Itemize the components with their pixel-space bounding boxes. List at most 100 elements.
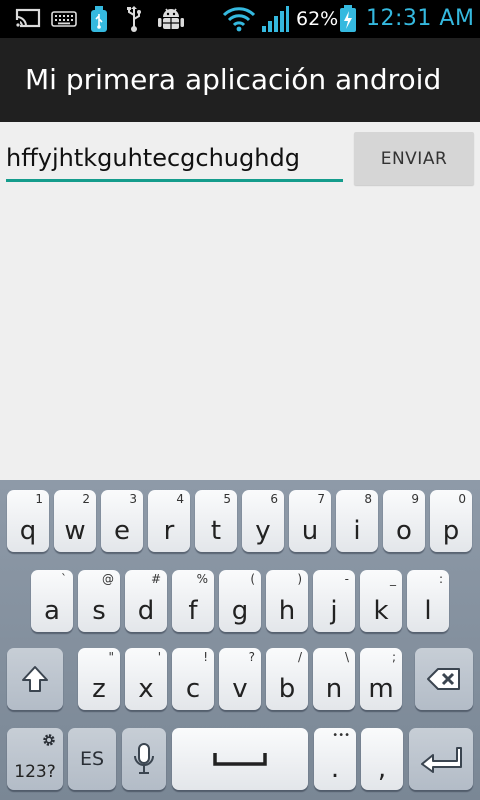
key-v-sub: ? <box>248 650 255 664</box>
key-b[interactable]: / b <box>266 648 308 710</box>
usb-icon <box>124 4 144 34</box>
language-key[interactable]: ES <box>68 728 116 790</box>
key-y[interactable]: 6y <box>242 490 284 552</box>
key-h-label: h <box>278 596 296 626</box>
key-m-label: m <box>368 674 394 704</box>
key-f-label: f <box>188 596 198 626</box>
key-l-sub: : <box>438 572 443 586</box>
key-o[interactable]: 9o <box>383 490 425 552</box>
signal-icon <box>260 4 290 34</box>
battery-percentage: 62% <box>296 8 339 30</box>
key-a-label: a <box>44 596 60 626</box>
battery-charging-icon <box>338 4 358 34</box>
key-z-label: z <box>92 674 106 704</box>
key-a[interactable]: ` a <box>31 570 73 632</box>
message-input[interactable]: hffyjhtkguhtecgchughdg <box>6 138 343 182</box>
key-z-sub: " <box>108 650 114 664</box>
key-x-label: x <box>138 674 154 704</box>
key-k-label: k <box>373 596 389 626</box>
key-r[interactable]: 4r <box>148 490 190 552</box>
key-t-sub: 5 <box>223 492 231 506</box>
key-y-label: y <box>255 516 271 546</box>
key-u[interactable]: 7u <box>289 490 331 552</box>
android-debug-icon <box>156 4 186 34</box>
key-x[interactable]: ' x <box>125 648 167 710</box>
voice-input-key[interactable] <box>122 728 166 790</box>
key-w[interactable]: 2w <box>54 490 96 552</box>
soft-keyboard: 1q 2w 3e 4r 5t 6y 7u 8i 9o 0p ` a @ s # d %… <box>0 480 480 800</box>
key-x-sub: ' <box>157 650 161 664</box>
enter-icon <box>409 728 473 790</box>
key-v[interactable]: ? v <box>219 648 261 710</box>
key-u-sub: 7 <box>317 492 325 506</box>
key-o-sub: 9 <box>411 492 419 506</box>
period-key-label: . <box>330 754 340 784</box>
space-key[interactable] <box>172 728 308 790</box>
backspace-icon <box>415 648 473 710</box>
symbols-key[interactable]: 123? <box>7 728 63 790</box>
key-i-sub: 8 <box>364 492 372 506</box>
key-o-label: o <box>396 516 412 546</box>
key-s-sub: @ <box>102 572 114 586</box>
key-t-label: t <box>210 516 222 546</box>
key-h-sub: ) <box>297 572 302 586</box>
key-i[interactable]: 8i <box>336 490 378 552</box>
symbols-key-label: 123? <box>14 762 56 782</box>
key-g-label: g <box>231 596 249 626</box>
comma-key-label: , <box>377 754 387 784</box>
key-t[interactable]: 5t <box>195 490 237 552</box>
key-g-sub: ( <box>250 572 255 586</box>
key-r-label: r <box>163 516 175 546</box>
key-q-sub: 1 <box>35 492 43 506</box>
key-e[interactable]: 3e <box>101 490 143 552</box>
status-bar: 62% 12:31 AM <box>0 0 480 38</box>
status-clock: 12:31 AM <box>366 6 475 31</box>
key-e-label: e <box>114 516 130 546</box>
key-j[interactable]: -j <box>313 570 355 632</box>
key-n[interactable]: \ n <box>313 648 355 710</box>
key-j-sub: - <box>344 572 349 586</box>
app-title: Mi primera aplicación android <box>25 63 442 96</box>
key-l[interactable]: :l <box>407 570 449 632</box>
key-h[interactable]: ) h <box>266 570 308 632</box>
key-m[interactable]: ; m <box>360 648 402 710</box>
key-n-label: n <box>325 674 343 704</box>
period-key[interactable]: ••• . <box>314 728 356 790</box>
keyboard-icon <box>50 4 78 34</box>
key-p[interactable]: 0p <box>430 490 472 552</box>
key-b-label: b <box>278 674 296 704</box>
key-i-label: i <box>353 516 361 546</box>
key-w-label: w <box>64 516 86 546</box>
key-q[interactable]: 1q <box>7 490 49 552</box>
main-content: hffyjhtkguhtecgchughdg ENVIAR <box>0 122 480 480</box>
key-g[interactable]: (g <box>219 570 261 632</box>
key-m-sub: ; <box>391 650 396 664</box>
key-r-sub: 4 <box>176 492 184 506</box>
backspace-key[interactable] <box>415 648 473 710</box>
key-z[interactable]: " z <box>78 648 120 710</box>
cast-icon <box>14 4 42 34</box>
key-n-sub: \ <box>344 650 349 664</box>
key-s[interactable]: @ s <box>78 570 120 632</box>
send-button[interactable]: ENVIAR <box>354 132 474 185</box>
key-b-sub: / <box>297 650 302 664</box>
key-s-label: s <box>92 596 106 626</box>
space-bar-icon <box>172 728 308 790</box>
comma-key[interactable]: , <box>361 728 403 790</box>
key-d[interactable]: # d <box>125 570 167 632</box>
key-q-label: q <box>19 516 37 546</box>
microphone-icon <box>122 728 166 790</box>
key-c-sub: ! <box>203 650 208 664</box>
key-f[interactable]: % f <box>172 570 214 632</box>
key-k[interactable]: _ k <box>360 570 402 632</box>
action-bar: Mi primera aplicación android <box>0 38 480 122</box>
key-p-label: p <box>442 516 460 546</box>
key-j-label: j <box>330 596 338 626</box>
key-c[interactable]: ! c <box>172 648 214 710</box>
key-u-label: u <box>301 516 319 546</box>
shift-icon <box>7 648 63 710</box>
shift-key[interactable] <box>7 648 63 710</box>
key-d-sub: # <box>150 572 161 586</box>
enter-key[interactable] <box>409 728 473 790</box>
wifi-icon <box>222 4 256 34</box>
